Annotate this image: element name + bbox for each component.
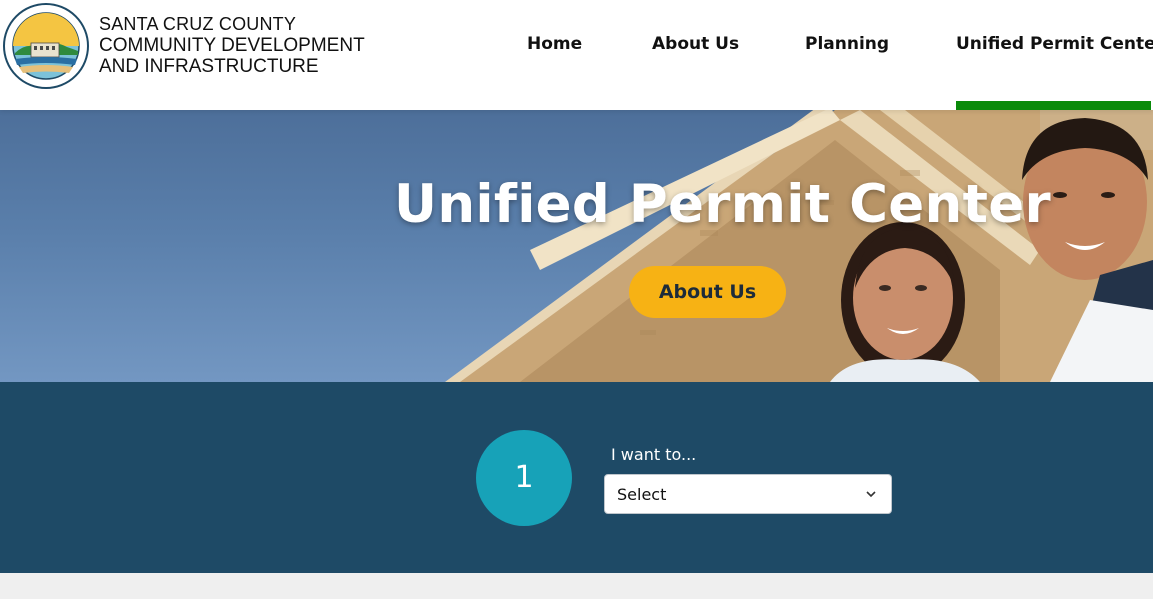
permit-finder: 1 I want to... Select <box>0 382 1153 573</box>
chevron-down-icon <box>866 491 876 498</box>
nav-unified-permit-center[interactable]: Unified Permit Center <box>956 34 1153 54</box>
active-nav-indicator <box>956 101 1151 110</box>
site-header: SANTA CRUZ COUNTY COMMUNITY DEVELOPMENT … <box>0 0 1153 110</box>
brand-dept-line2: AND INFRASTRUCTURE <box>99 56 319 77</box>
hero-title: Unified Permit Center <box>394 174 1051 235</box>
brand-dept-line1: COMMUNITY DEVELOPMENT <box>99 35 365 56</box>
brand-name[interactable]: SANTA CRUZ COUNTY COMMUNITY DEVELOPMENT … <box>99 14 365 77</box>
i-want-to-label: I want to... <box>611 445 697 464</box>
hero-banner: Unified Permit Center About Us <box>0 110 1153 382</box>
hero-background-image <box>445 110 1153 382</box>
page-content-area <box>0 573 1153 599</box>
hero-about-us-button[interactable]: About Us <box>629 266 786 318</box>
select-value: Select <box>617 485 667 504</box>
i-want-to-select[interactable]: Select <box>604 474 892 514</box>
step-number-badge: 1 <box>476 430 572 526</box>
nav-planning[interactable]: Planning <box>805 34 889 54</box>
nav-home[interactable]: Home <box>527 34 582 54</box>
brand-county: SANTA CRUZ COUNTY <box>99 14 297 34</box>
nav-about-us[interactable]: About Us <box>652 34 739 54</box>
county-seal-icon[interactable] <box>3 3 89 89</box>
